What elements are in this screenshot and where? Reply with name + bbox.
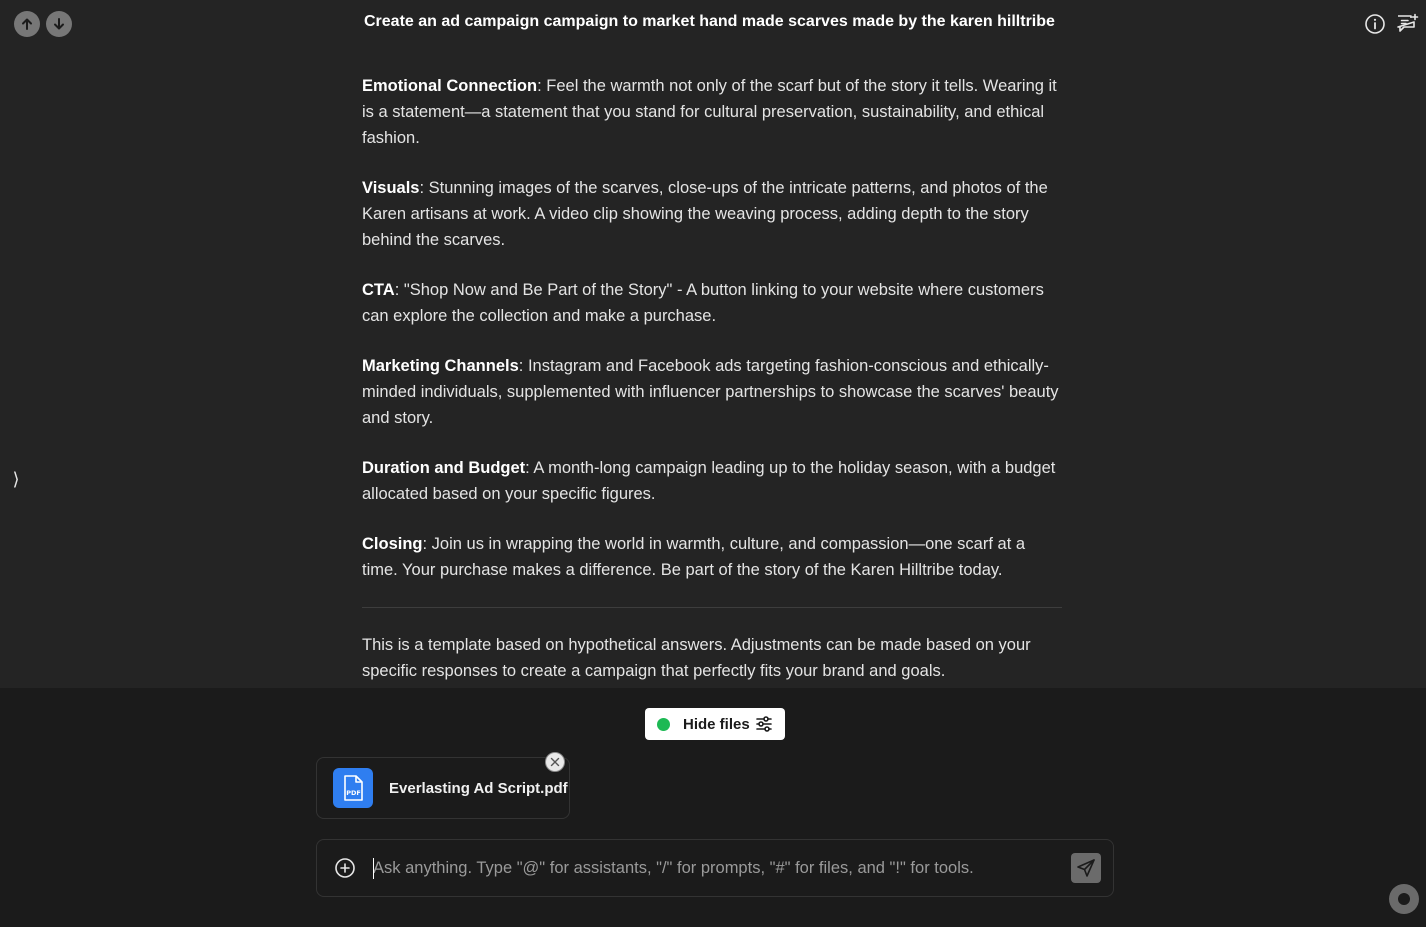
help-button[interactable] bbox=[1389, 884, 1419, 914]
conversation-title: Create an ad campaign campaign to market… bbox=[364, 13, 1055, 30]
message-paragraph: Closing: Join us in wrapping the world i… bbox=[362, 531, 1062, 583]
plus-circle-icon bbox=[335, 858, 355, 878]
section-text: : Join us in wrapping the world in warmt… bbox=[362, 535, 1026, 579]
help-dot-icon bbox=[1398, 893, 1410, 905]
attach-button[interactable] bbox=[334, 857, 356, 879]
hide-files-label: Hide files bbox=[683, 715, 750, 733]
pdf-file-icon: PDF bbox=[333, 768, 373, 808]
info-icon bbox=[1365, 14, 1385, 34]
message-paragraph: Emotional Connection: Feel the warmth no… bbox=[362, 73, 1062, 151]
section-heading: Emotional Connection bbox=[362, 77, 538, 95]
send-button[interactable] bbox=[1071, 853, 1101, 883]
message-paragraph: Marketing Channels: Instagram and Facebo… bbox=[362, 353, 1062, 431]
text-caret bbox=[373, 858, 374, 879]
composer-area: Hide files PDF Everlasting Ad Script.pdf… bbox=[0, 688, 1426, 927]
section-heading: CTA bbox=[362, 281, 395, 299]
sliders-icon bbox=[755, 715, 773, 733]
scroll-down-button[interactable] bbox=[46, 11, 72, 37]
assistant-message: Emotional Connection: Feel the warmth no… bbox=[362, 73, 1062, 688]
sidebar-toggle-button[interactable]: ⟩ bbox=[8, 467, 24, 491]
footer-note: This is a template based on hypothetical… bbox=[362, 636, 1031, 680]
hide-files-button[interactable]: Hide files bbox=[645, 708, 785, 740]
scroll-up-button[interactable] bbox=[14, 11, 40, 37]
message-paragraph: Visuals: Stunning images of the scarves,… bbox=[362, 175, 1062, 253]
status-dot bbox=[657, 717, 670, 731]
section-heading: Visuals bbox=[362, 179, 420, 197]
file-name: Everlasting Ad Script.pdf bbox=[389, 779, 568, 797]
message-paragraph: Duration and Budget: A month-long campai… bbox=[362, 455, 1062, 507]
pdf-icon-label: PDF bbox=[346, 789, 361, 797]
arrow-up-icon bbox=[22, 18, 32, 30]
send-icon bbox=[1077, 859, 1095, 877]
remove-file-button[interactable] bbox=[545, 752, 565, 772]
arrow-down-icon bbox=[54, 18, 64, 30]
section-heading: Closing bbox=[362, 535, 423, 553]
message-composer bbox=[316, 839, 1114, 897]
message-divider bbox=[362, 607, 1062, 608]
section-text: : Stunning images of the scarves, close-… bbox=[362, 179, 1048, 249]
message-paragraph: CTA: "Shop Now and Be Part of the Story"… bbox=[362, 277, 1062, 329]
header-bar: Create an ad campaign campaign to market… bbox=[0, 0, 1426, 46]
message-input[interactable] bbox=[373, 854, 1053, 882]
info-button[interactable] bbox=[1363, 12, 1387, 36]
file-attachment[interactable]: PDF Everlasting Ad Script.pdf bbox=[316, 752, 570, 819]
new-chat-icon bbox=[1397, 13, 1419, 32]
close-icon bbox=[550, 757, 560, 767]
chat-app: Create an ad campaign campaign to market… bbox=[0, 0, 1426, 927]
new-chat-button[interactable] bbox=[1395, 12, 1419, 36]
section-text: : "Shop Now and Be Part of the Story" - … bbox=[362, 281, 1044, 325]
section-heading: Marketing Channels bbox=[362, 357, 519, 375]
section-heading: Duration and Budget bbox=[362, 459, 526, 477]
